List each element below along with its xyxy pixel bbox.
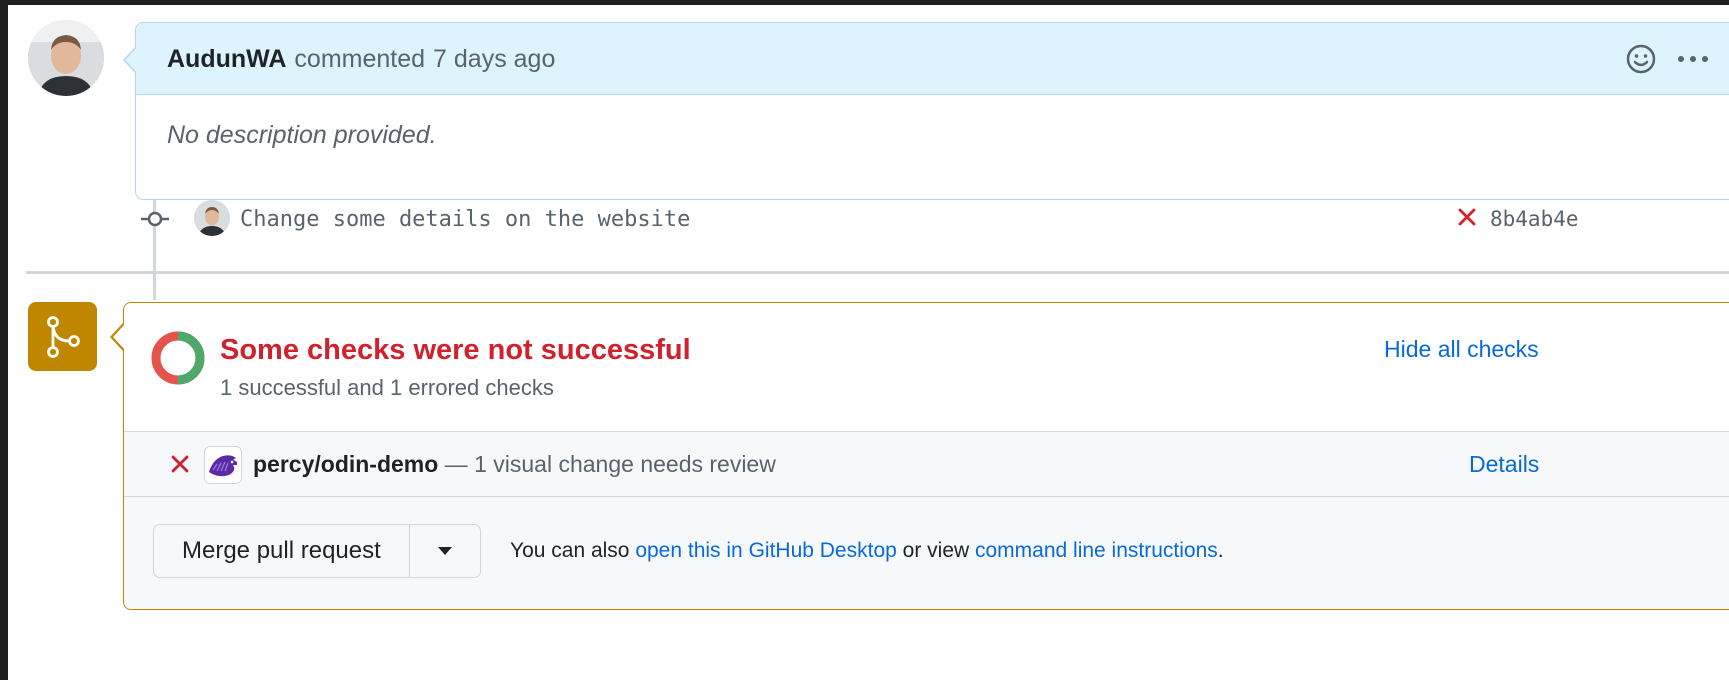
percy-logo-icon (204, 446, 242, 484)
merge-status-badge (28, 302, 97, 371)
comment-action: commented (294, 45, 426, 73)
merge-box: Some checks were not successful 1 succes… (123, 302, 1729, 610)
checks-summary-text: 1 successful and 1 errored checks (220, 375, 554, 400)
commit-sha-link[interactable]: 8b4ab4e (1490, 207, 1579, 231)
checks-status-donut-icon (151, 331, 205, 385)
kebab-horizontal-icon (1678, 56, 1708, 62)
comment-pointer-fill (125, 47, 137, 73)
check-description: — 1 visual change needs review (438, 451, 776, 477)
author-avatar[interactable] (28, 20, 104, 96)
check-item: percy/odin-demo — 1 visual change needs … (124, 432, 1729, 497)
check-details-link[interactable]: Details (1469, 451, 1539, 478)
check-failed-x-icon (168, 452, 192, 476)
comment-header: AudunWA commented 7 days ago (136, 23, 1729, 95)
check-name: percy/odin-demo — 1 visual change needs … (253, 451, 776, 478)
checks-title: Some checks were not successful (220, 334, 691, 366)
hide-all-checks-link[interactable]: Hide all checks (1384, 336, 1539, 363)
merge-alternatives-note: You can also open this in GitHub Desktop… (510, 539, 1224, 563)
open-in-github-desktop-link[interactable]: open this in GitHub Desktop (635, 539, 896, 562)
comment-author-link[interactable]: AudunWA (167, 45, 286, 73)
checks-summary: Some checks were not successful 1 succes… (124, 303, 1729, 432)
smiley-icon (1626, 44, 1656, 74)
commit-message-link[interactable]: Change some details on the website (240, 207, 690, 232)
merge-note-suffix: . (1217, 539, 1224, 562)
merge-actions: Merge pull request You can also open thi… (124, 497, 1729, 609)
merge-note-middle: or view (896, 539, 975, 562)
comment-title: AudunWA commented 7 days ago (167, 45, 555, 74)
commit-author-avatar[interactable] (194, 200, 230, 236)
comment-box: AudunWA commented 7 days ago No descriptio… (135, 22, 1729, 200)
merge-pull-request-button[interactable]: Merge pull request (154, 525, 410, 577)
command-line-instructions-link[interactable]: command line instructions (975, 539, 1218, 562)
timeline-divider (26, 271, 1729, 274)
merge-pointer-fill (112, 324, 125, 350)
commit-status-x-icon[interactable] (1455, 205, 1479, 229)
triangle-down-icon (437, 547, 452, 555)
pr-timeline: AudunWA commented 7 days ago No descriptio… (8, 5, 1729, 680)
comment-body: No description provided. (167, 121, 437, 149)
merge-button-group: Merge pull request (153, 524, 481, 578)
check-name-label: percy/odin-demo (253, 451, 439, 477)
merge-method-dropdown[interactable] (410, 525, 480, 577)
git-commit-icon (141, 208, 169, 230)
git-merge-icon (46, 315, 80, 358)
merge-note-prefix: You can also (510, 539, 636, 562)
add-reaction-button[interactable] (1624, 42, 1658, 76)
comment-timestamp[interactable]: 7 days ago (433, 45, 555, 73)
comment-options-button[interactable] (1676, 44, 1710, 74)
